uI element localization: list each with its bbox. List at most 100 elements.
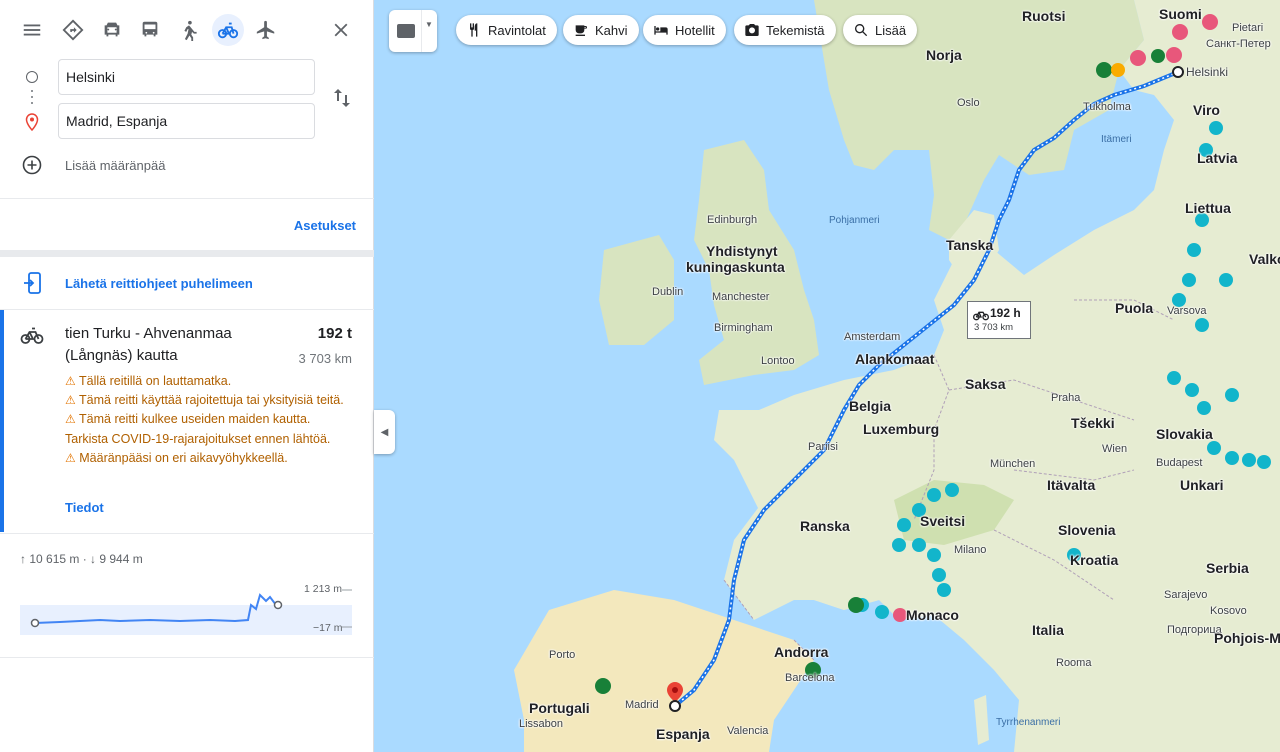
map-label-helsinki: Helsinki — [1186, 65, 1229, 79]
route-distance: 3 703 km — [298, 351, 352, 366]
chip-restaurants[interactable]: Ravintolat — [456, 15, 557, 45]
restaurant-icon — [470, 23, 478, 37]
map-label-edinburgh: Edinburgh — [707, 214, 758, 226]
chip-more[interactable]: Lisää — [843, 15, 918, 45]
chip-label: Ravintolat — [488, 22, 546, 38]
map-label-munchen: München — [990, 458, 1036, 470]
chip-label: Kahvi — [595, 22, 628, 38]
map-label-espanja: Espanja — [656, 726, 710, 742]
map-label-slovenia: Slovenia — [1058, 522, 1116, 538]
map-label-serbia: Serbia — [1206, 560, 1249, 576]
destination-row: Madrid, Espanja — [0, 103, 374, 139]
close-button[interactable] — [325, 14, 357, 46]
send-to-phone-icon — [24, 272, 41, 294]
divider — [0, 198, 374, 199]
map-label-latvia: Latvia — [1197, 150, 1238, 166]
send-to-phone-row[interactable]: Lähetä reittiohjeet puhelimeen — [0, 266, 374, 302]
collapse-panel-button[interactable]: ◀ — [374, 410, 395, 454]
map-label-unkari: Unkari — [1180, 477, 1224, 493]
origin-circle-icon — [26, 71, 38, 83]
map-label-viro: Viro — [1193, 102, 1220, 118]
close-icon — [334, 23, 348, 37]
map-label-pariisi: Pariisi — [808, 441, 838, 453]
map-label-tukholma: Tukholma — [1083, 101, 1131, 113]
add-destination-label: Lisää määränpää — [65, 158, 166, 173]
map-base-layer — [514, 0, 1280, 752]
map-label-wien: Wien — [1102, 443, 1128, 455]
map-label-barcelona: Barcelona — [785, 672, 835, 684]
add-destination-row[interactable]: Lisää määränpää — [0, 152, 374, 180]
route-tooltip-time: 192 h — [990, 306, 1021, 320]
map-label-valko: Valko — [1249, 251, 1280, 267]
warning-timezone: ⚠ Määränpääsi on eri aikavyöhykkeellä. — [65, 450, 288, 465]
map-label-dublin: Dublin — [652, 286, 684, 298]
map-label-itavalta: Itävalta — [1047, 477, 1096, 493]
map-label-praha: Praha — [1051, 392, 1081, 404]
warning-restricted-roads: ⚠ Tämä reitti käyttää rajoitettuja tai y… — [65, 393, 344, 408]
details-link[interactable]: Tiedot — [65, 500, 104, 515]
add-circle-icon — [22, 155, 42, 175]
send-to-phone-label: Lähetä reittiohjeet puhelimeen — [65, 276, 253, 291]
coffee-icon — [575, 25, 587, 36]
map-label-alankomaat: Alankomaat — [855, 351, 935, 367]
drive-mode-button[interactable] — [96, 14, 128, 46]
map-label-pohjanmeri: Pohjanmeri — [829, 215, 880, 226]
chip-things-to-do[interactable]: Tekemistä — [734, 15, 836, 45]
chip-label: Lisää — [875, 22, 907, 38]
map-label-kosovo: Kosovo — [1210, 605, 1247, 617]
map-label-budapest: Budapest — [1156, 457, 1203, 469]
map-label-ruotsi: Ruotsi — [1022, 8, 1066, 24]
map-label-tanska: Tanska — [946, 237, 994, 253]
best-mode-button[interactable] — [57, 14, 89, 46]
options-button[interactable]: Asetukset — [294, 218, 356, 233]
chip-hotels[interactable]: Hotellit — [643, 15, 726, 45]
divider — [0, 657, 374, 658]
bicycle-icon — [20, 327, 44, 344]
travel-mode-bar — [0, 10, 374, 50]
swap-icon[interactable] — [330, 86, 354, 110]
map-canvas[interactable]: Ruotsi Suomi Pietari Санкт-Петер Helsink… — [374, 0, 1280, 752]
chip-label: Hotellit — [675, 22, 715, 38]
warning-borders: ⚠ Tämä reitti kulkee useiden maiden kaut… — [65, 412, 331, 446]
map-label-sveitsi: Sveitsi — [920, 513, 966, 529]
transit-mode-button[interactable] — [134, 14, 166, 46]
destination-input[interactable]: Madrid, Espanja — [58, 103, 315, 139]
elevation-min-label: −17 m — [313, 622, 343, 634]
map-label-belgia: Belgia — [849, 398, 892, 414]
chip-label: Tekemistä — [766, 22, 825, 38]
chip-coffee[interactable]: Kahvi — [563, 15, 639, 45]
route-option-card[interactable]: tien Turku - Ahvenanmaa (Långnäs) kautta… — [0, 310, 374, 532]
flight-mode-button[interactable] — [250, 14, 282, 46]
map-label-varsova: Varsova — [1167, 305, 1207, 317]
search-icon — [855, 24, 868, 37]
elevation-profile: ↑ 10 615 m · ↓ 9 944 m 1 213 m −17 m — [0, 533, 374, 658]
map-label-kuningaskunta: kuningaskunta — [686, 259, 785, 275]
map-label-tyrrhenanmeri: Tyrrhenanmeri — [996, 717, 1061, 728]
origin-row: Helsinki — [0, 59, 374, 95]
map-label-slovakia: Slovakia — [1156, 426, 1213, 442]
map-label-pietari: Pietari — [1232, 22, 1264, 34]
section-divider — [0, 250, 374, 257]
map-label-amsterdam: Amsterdam — [844, 331, 901, 343]
selected-route-indicator — [0, 310, 4, 532]
origin-input[interactable]: Helsinki — [58, 59, 315, 95]
map-label-andorra: Andorra — [774, 644, 829, 660]
route-info-tooltip[interactable]: 192 h 3 703 km — [967, 301, 1031, 339]
map-label-birmingham: Birmingham — [714, 322, 773, 334]
walk-mode-button[interactable] — [173, 14, 205, 46]
map-label-tsekki: Tšekki — [1071, 415, 1115, 431]
map-label-portugali: Portugali — [529, 700, 590, 716]
map-label-italia: Italia — [1032, 622, 1064, 638]
map-label-monaco: Monaco — [906, 607, 959, 623]
map-label-valencia: Valencia — [727, 725, 769, 737]
map-label-lontoo: Lontoo — [761, 355, 795, 367]
map-label-sankt: Санкт-Петер — [1206, 38, 1271, 50]
warning-icon: ⚠ — [65, 374, 76, 388]
bicycle-mode-button[interactable] — [212, 14, 244, 46]
warning-icon: ⚠ — [65, 450, 76, 465]
map-layers-button[interactable]: ▼ — [389, 10, 437, 52]
menu-button[interactable] — [16, 14, 48, 46]
warning-icon: ⚠ — [65, 393, 76, 408]
elevation-max-label: 1 213 m — [304, 583, 342, 595]
button-separator — [421, 10, 422, 52]
